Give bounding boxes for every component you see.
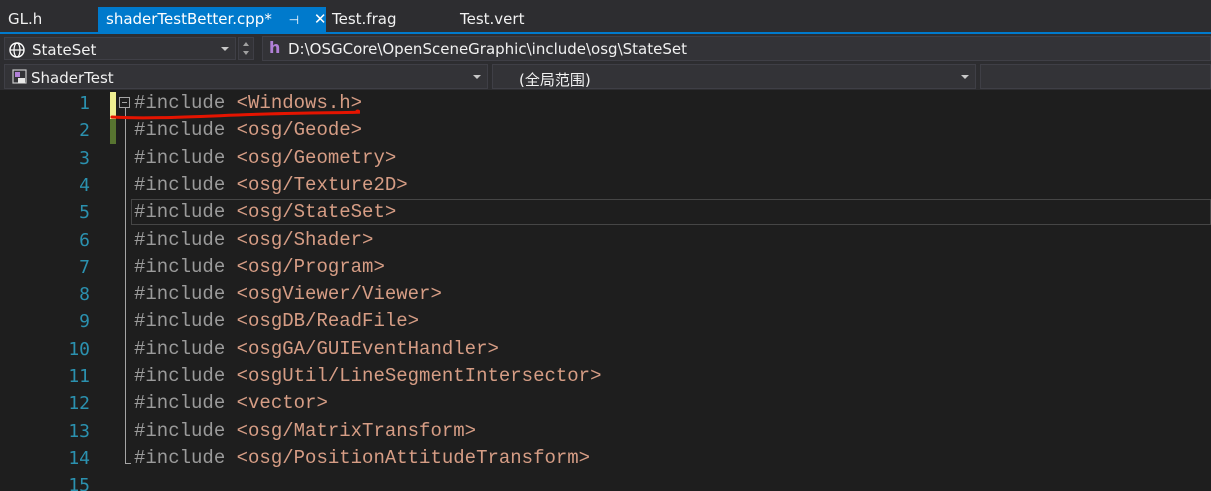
line-number: 1	[79, 93, 90, 114]
member-combo[interactable]: (全局范围)	[492, 64, 976, 89]
line-number: 12	[68, 393, 90, 415]
line-number: 6	[79, 229, 90, 251]
scope-bar: ShaderTest (全局范围)	[0, 63, 1211, 90]
include-directive: #include	[134, 419, 226, 442]
arrow-down-icon[interactable]	[243, 51, 249, 55]
project-combo-value: StateSet	[32, 41, 97, 59]
file-path-text: D:\OSGCore\OpenSceneGraphic\include\osg\…	[288, 40, 687, 58]
line-number: 14	[68, 447, 90, 469]
line-number: 11	[68, 366, 90, 387]
include-directive: #include	[134, 337, 226, 360]
extra-combo[interactable]	[980, 64, 1211, 89]
line-number: 7	[79, 256, 90, 278]
include-directive: #include	[134, 392, 226, 415]
fold-guide-end	[125, 463, 131, 464]
file-path-box[interactable]: h D:\OSGCore\OpenSceneGraphic\include\os…	[262, 36, 1211, 61]
include-target: <osg/PositionAttitudeTransform>	[236, 446, 591, 469]
code-line[interactable]: #include <vector>	[134, 390, 328, 417]
tab-label: Test.vert	[460, 10, 525, 28]
include-directive: #include	[134, 92, 226, 114]
scope-combo[interactable]: ShaderTest	[4, 64, 488, 89]
fold-guide	[125, 108, 126, 463]
header-file-icon: h	[269, 38, 281, 57]
code-line[interactable]: #include <osgUtil/LineSegmentIntersector…	[134, 363, 601, 390]
include-directive: #include	[134, 446, 226, 469]
code-line[interactable]: #include <osg/StateSet>	[134, 199, 396, 226]
scope-combo-value: ShaderTest	[31, 69, 114, 87]
code-line[interactable]: #include <osgGA/GUIEventHandler>	[134, 336, 499, 363]
line-number: 13	[68, 420, 90, 442]
include-target: <osg/Geode>	[236, 119, 363, 142]
include-target: <osgViewer/Viewer>	[236, 283, 442, 306]
code-line[interactable]: #include <osg/Geode>	[134, 117, 362, 144]
include-target: <osg/Program>	[236, 255, 385, 278]
line-number: 9	[79, 311, 90, 333]
code-line[interactable]: #include <Windows.h>	[134, 90, 362, 117]
project-class-icon	[12, 69, 27, 84]
project-combo[interactable]: StateSet	[4, 37, 236, 60]
code-line[interactable]: #include <osg/MatrixTransform>	[134, 418, 476, 445]
include-directive: #include	[134, 283, 226, 306]
code-editor[interactable]: 1 2 3 4 5 6 7 8 9 10 11 12 13 14 15 #inc…	[0, 90, 1211, 491]
tab-label: GL.h	[8, 10, 43, 28]
chevron-down-icon	[473, 74, 481, 79]
pin-icon[interactable]: ⊣	[289, 13, 299, 27]
include-directive: #include	[134, 310, 226, 333]
chevron-down-icon	[221, 46, 229, 51]
tab-test-vert[interactable]: Test.vert	[452, 7, 532, 34]
code-line[interactable]: #include <osg/Shader>	[134, 227, 373, 254]
include-directive: #include	[134, 365, 226, 387]
include-target: <Windows.h>	[236, 92, 363, 114]
include-target: <osg/Shader>	[236, 228, 374, 251]
line-number: 2	[79, 120, 90, 142]
tab-label: shaderTestBetter.cpp*	[106, 10, 272, 28]
code-line[interactable]: #include <osgDB/ReadFile>	[134, 308, 419, 335]
code-line[interactable]: #include <osgViewer/Viewer>	[134, 281, 442, 308]
code-line[interactable]: #include <osg/Geometry>	[134, 145, 396, 172]
collapse-icon[interactable]	[119, 97, 130, 108]
include-directive: #include	[134, 201, 226, 224]
saved-change-marker	[110, 119, 116, 144]
document-tab-bar: GL.h shaderTestBetter.cpp* ⊣ ✕ Test.frag…	[0, 0, 1211, 34]
include-target: <vector>	[236, 392, 328, 415]
chevron-down-icon	[961, 74, 969, 79]
line-number: 8	[79, 284, 90, 306]
include-directive: #include	[134, 146, 226, 169]
include-target: <osg/Texture2D>	[236, 173, 408, 196]
include-target: <osgGA/GUIEventHandler>	[236, 337, 499, 360]
tab-gl-h[interactable]: GL.h	[0, 7, 50, 34]
navigation-spinner[interactable]	[238, 37, 254, 60]
tab-label: Test.frag	[332, 10, 397, 28]
line-number: 3	[79, 147, 90, 169]
include-target: <osg/Geometry>	[236, 146, 397, 169]
code-line[interactable]: #include <osg/Texture2D>	[134, 172, 408, 199]
code-line[interactable]: #include <osg/Program>	[134, 254, 385, 281]
include-directive: #include	[134, 119, 226, 142]
tab-test-frag[interactable]: Test.frag	[324, 7, 404, 34]
include-directive: #include	[134, 173, 226, 196]
line-number: 4	[79, 174, 90, 196]
tab-shader-test-better-cpp[interactable]: shaderTestBetter.cpp* ⊣ ✕	[98, 7, 326, 34]
line-number: 10	[68, 338, 90, 360]
include-target: <osg/StateSet>	[236, 201, 397, 224]
include-directive: #include	[134, 255, 226, 278]
include-directive: #include	[134, 228, 226, 251]
arrow-up-icon[interactable]	[243, 42, 249, 46]
globe-icon	[9, 42, 25, 58]
include-target: <osgUtil/LineSegmentIntersector>	[236, 365, 602, 387]
line-number: 5	[79, 202, 90, 224]
line-number: 15	[68, 475, 90, 491]
include-target: <osg/MatrixTransform>	[236, 419, 477, 442]
member-combo-value: (全局范围)	[519, 71, 591, 89]
include-target: <osgDB/ReadFile>	[236, 310, 420, 333]
code-line[interactable]: #include <osg/PositionAttitudeTransform>	[134, 445, 590, 472]
